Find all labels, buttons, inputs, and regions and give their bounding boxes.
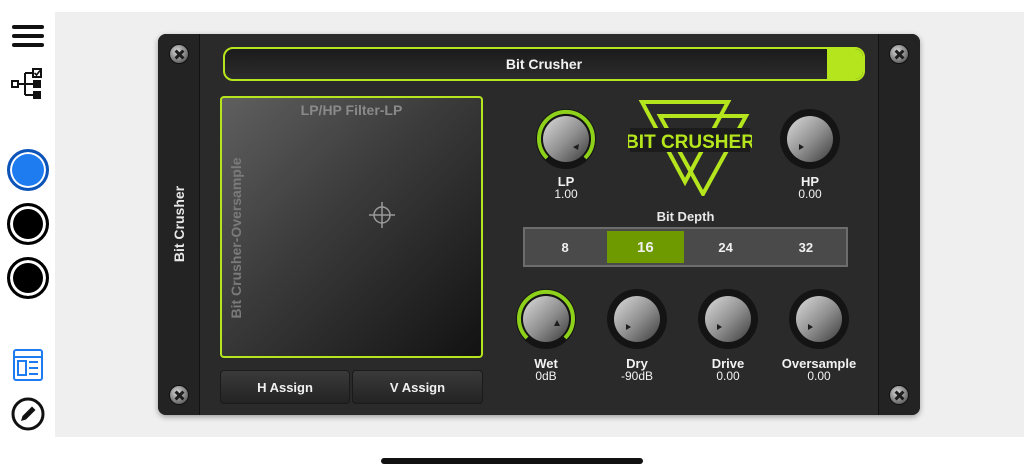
circle-blue-button[interactable] <box>0 146 55 194</box>
v-assign-button[interactable]: V Assign <box>352 370 483 404</box>
logo-text: BIT CRUSHER <box>628 132 752 153</box>
edit-icon[interactable] <box>0 396 55 432</box>
layout-icon[interactable] <box>0 348 55 382</box>
oversample-value: 0.00 <box>807 369 831 383</box>
drive-label-group: Drive 0.00 <box>678 357 778 383</box>
drive-knob[interactable] <box>695 286 761 352</box>
lp-label-group: LP 1.00 <box>516 175 616 201</box>
bit-depth-label: Bit Depth <box>656 209 715 224</box>
bit-crusher-logo: BIT CRUSHER <box>628 100 752 196</box>
h-assign-button[interactable]: H Assign <box>220 370 350 404</box>
circle-black-button-2[interactable] <box>0 254 55 302</box>
dry-value: -90dB <box>620 369 654 383</box>
lp-value: 1.00 <box>554 187 578 201</box>
bit-depth-option-24[interactable]: 24 <box>688 231 764 263</box>
left-rail: Bit Crusher <box>158 34 200 415</box>
left-toolbar <box>0 0 55 473</box>
right-rail <box>878 34 920 415</box>
screw-icon <box>169 385 189 405</box>
tree-icon[interactable] <box>0 66 55 102</box>
device-name-bar[interactable]: Bit Crusher <box>223 47 865 81</box>
wet-value: 0dB <box>535 369 557 383</box>
hp-knob[interactable] <box>777 106 843 172</box>
bit-depth-selector: 8 16 24 32 <box>523 227 848 267</box>
xy-pad[interactable]: LP/HP Filter-LP Bit Crusher-Oversample <box>220 96 483 358</box>
device-side-title: Bit Crusher <box>171 185 187 263</box>
drive-value: 0.00 <box>716 369 740 383</box>
screw-icon <box>169 44 189 64</box>
bit-crusher-device: Bit Crusher Bit Crusher LP/HP Filter-LP … <box>158 34 920 415</box>
oversample-knob[interactable] <box>786 286 852 352</box>
oversample-label-group: Oversample 0.00 <box>769 357 869 383</box>
screw-icon <box>889 385 909 405</box>
xy-pad-horizontal-label: LP/HP Filter-LP <box>300 102 403 118</box>
home-indicator[interactable] <box>381 458 643 464</box>
dry-label-group: Dry -90dB <box>587 357 687 383</box>
wet-knob[interactable] <box>513 286 579 352</box>
circle-black-button-1[interactable] <box>0 200 55 248</box>
hp-label-group: HP 0.00 <box>760 175 860 201</box>
bit-depth-option-16[interactable]: 16 <box>607 231 684 263</box>
dry-knob[interactable] <box>604 286 670 352</box>
device-name: Bit Crusher <box>505 56 583 72</box>
wet-label-group: Wet 0dB <box>496 357 596 383</box>
xy-pad-vertical-label: Bit Crusher-Oversample <box>228 157 244 319</box>
name-bar-tab[interactable] <box>827 49 863 79</box>
hp-value: 0.00 <box>798 187 822 201</box>
bit-depth-option-32[interactable]: 32 <box>768 231 844 263</box>
crosshair-icon[interactable] <box>368 201 396 229</box>
screw-icon <box>889 44 909 64</box>
bit-depth-option-8[interactable]: 8 <box>527 231 603 263</box>
menu-icon[interactable] <box>0 22 55 50</box>
lp-knob[interactable] <box>533 106 599 172</box>
